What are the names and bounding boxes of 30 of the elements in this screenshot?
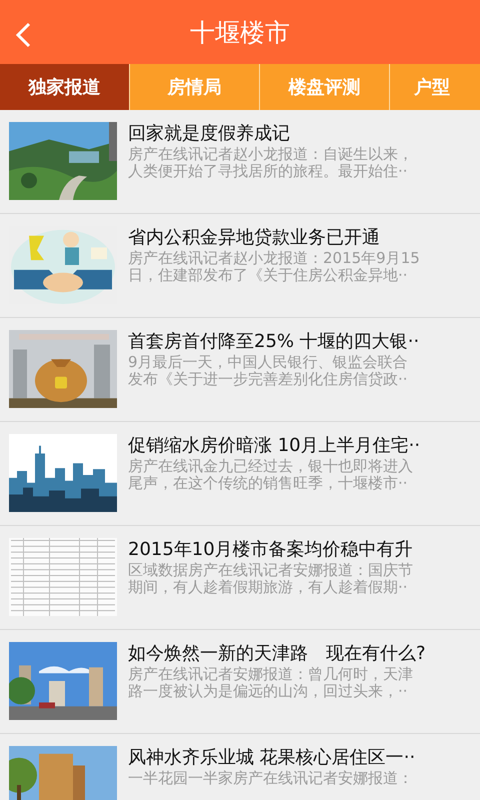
news-item[interactable]: 2015年10月楼市备案均价稳中有升 区域数据房产在线讯记者安娜报道：国庆节 期间，有人趁着假期旅游，有人趁着假期·· [0,526,480,630]
news-title: 回家就是度假养成记 [128,122,291,146]
news-summary: 发布《关于进一步完善差别化住房信贷政·· [128,371,409,388]
screen-title: 十堰楼市 [190,16,290,48]
category-tab[interactable]: 独家报道 [0,64,130,110]
news-item[interactable]: 如今焕然一新的天津路 现在有什么? 房产在线讯记者安娜报道：曾几何时，天津 路一度被认为是偏远的山沟，回过头来，·· [0,630,480,734]
news-item[interactable]: 回家就是度假养成记 房产在线讯记者赵小龙报道：自诞生以来， 人类便开始了寻找居所的旅程。最开始住·· [0,110,480,214]
news-item[interactable]: 促销缩水房价暗涨 10月上半月住宅·· 房产在线讯金九已经过去，银十也即将进入 尾声，在这个传统的销售旺季，十堰楼市·· [0,422,480,526]
news-title: 如今焕然一新的天津路 现在有什么? [128,642,426,666]
news-title: 风神水齐乐业城 花果核心居住区一·· [128,746,416,770]
news-summary: 房产在线讯金九已经过去，银十也即将进入 [128,458,414,475]
news-summary: 房产在线讯记者赵小龙报道：自诞生以来， [128,146,413,163]
news-summary: 期间，有人趁着假期旅游，有人趁着假期·· [128,579,409,596]
news-title: 省内公积金异地贷款业务已开通 [128,226,381,250]
news-title: 促销缩水房价暗涨 10月上半月住宅·· [128,434,420,458]
news-item[interactable]: 风神水齐乐业城 花果核心居住区一·· 一半花园一半家房产在线讯记者安娜报道： [0,734,480,800]
news-item[interactable]: 省内公积金异地贷款业务已开通 房产在线讯记者赵小龙报道：2015年9月15 日，住建部发布了《关于住房公积金异地·· [0,214,480,318]
news-summary: 人类便开始了寻找居所的旅程。最开始住·· [128,163,409,180]
news-summary: 9月最后一天，中国人民银行、银监会联合 [128,354,409,371]
news-summary: 尾声，在这个传统的销售旺季，十堰楼市·· [128,475,409,492]
news-title: 2015年10月楼市备案均价稳中有升 [128,538,413,562]
news-summary: 区域数据房产在线讯记者安娜报道：国庆节 [128,562,413,579]
news-summary: 路一度被认为是偏远的山沟，回过头来，·· [128,683,409,700]
news-summary: 房产在线讯记者赵小龙报道：2015年9月15 [128,250,420,267]
news-summary: 日，住建部发布了《关于住房公积金异地·· [128,267,409,284]
news-summary: 房产在线讯记者安娜报道：曾几何时，天津 [128,666,414,683]
news-item[interactable]: 首套房首付降至25% 十堰的四大银·· 9月最后一天，中国人民银行、银监会联合 发布《关于进一步完善差别化住房信贷政·· [0,318,480,422]
news-summary: 一半花园一半家房产在线讯记者安娜报道： [128,770,414,787]
news-title: 首套房首付降至25% 十堰的四大银·· [128,330,420,354]
back-icon[interactable] [14,22,32,48]
